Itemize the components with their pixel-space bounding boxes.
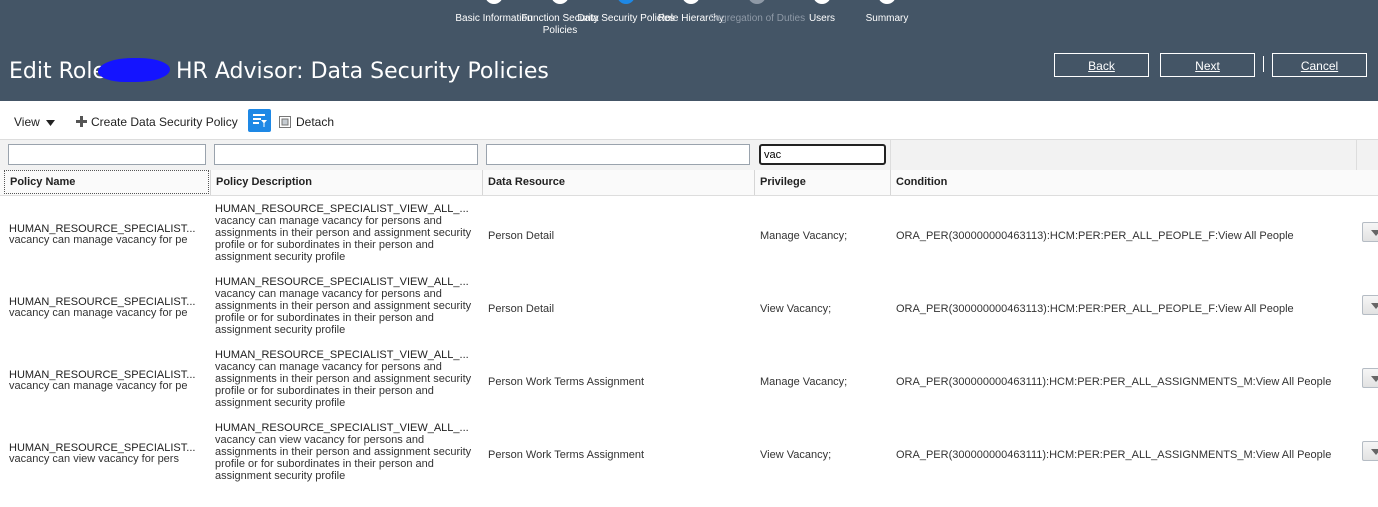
plus-icon [76, 116, 87, 127]
column-header-policy-name[interactable]: Policy Name [10, 176, 75, 188]
table-toolbar: View Create Data Security Policy Detach [0, 108, 1378, 136]
column-divider [210, 170, 211, 195]
policy-description-title: HUMAN_RESOURCE_SPECIALIST_VIEW_ALL_... [215, 203, 469, 215]
cancel-button[interactable]: Cancel [1272, 53, 1367, 77]
query-by-example-icon [253, 114, 267, 127]
policy-description-title: HUMAN_RESOURCE_SPECIALIST_VIEW_ALL_... [215, 276, 469, 288]
caret-down-icon [46, 119, 56, 126]
policy-description-body: vacancy can manage vacancy for persons a… [215, 361, 472, 409]
detach-button[interactable]: Detach [279, 115, 334, 129]
policy-name-subtext: vacancy can manage vacancy for pe [9, 380, 188, 392]
view-menu-label: View [14, 115, 40, 129]
page-title: Edit Role HR Advisor: Data Security Polic… [9, 52, 549, 87]
policy-description: HUMAN_RESOURCE_SPECIALIST_VIEW_ALL_... v… [215, 276, 481, 336]
policy-description-title: HUMAN_RESOURCE_SPECIALIST_VIEW_ALL_... [215, 349, 469, 361]
policy-name-subtext: vacancy can manage vacancy for pe [9, 234, 188, 246]
policy-name-subtext: vacancy can manage vacancy for pe [9, 307, 188, 319]
data-resource-filter-input[interactable] [486, 144, 750, 165]
table-row[interactable]: HUMAN_RESOURCE_SPECIALIST... vacancy can… [0, 342, 1378, 415]
train-stop-disabled-icon [748, 0, 766, 4]
filter-row [0, 139, 1378, 170]
train-stop-icon [485, 0, 503, 4]
train-stop-icon [813, 0, 831, 4]
condition: ORA_PER(300000000463113):HCM:PER:PER_ALL… [896, 303, 1294, 315]
policy-description-body: vacancy can manage vacancy for persons a… [215, 288, 472, 336]
policy-name-subtext: vacancy can view vacancy for pers [9, 453, 179, 465]
train-stop-current-icon [617, 0, 635, 4]
policy-description-filter-input[interactable] [214, 144, 478, 165]
row-actions-dropdown-button[interactable] [1362, 295, 1378, 315]
column-divider [482, 170, 483, 195]
detach-icon [279, 116, 291, 128]
view-menu[interactable]: View [14, 115, 56, 129]
page-title-prefix: Edit Role [9, 59, 107, 84]
query-by-example-button[interactable] [248, 109, 271, 132]
policy-description: HUMAN_RESOURCE_SPECIALIST_VIEW_ALL_... v… [215, 203, 481, 263]
row-actions-dropdown-button[interactable] [1362, 441, 1378, 461]
page-title-suffix: HR Advisor: Data Security Policies [176, 59, 549, 84]
row-actions-dropdown-button[interactable] [1362, 222, 1378, 242]
column-divider [890, 170, 891, 195]
column-header-condition[interactable]: Condition [896, 176, 947, 188]
column-header-privilege[interactable]: Privilege [760, 176, 806, 188]
data-resource: Person Detail [488, 230, 555, 242]
create-data-security-policy-button[interactable]: Create Data Security Policy [76, 115, 238, 129]
data-resource: Person Detail [488, 303, 555, 315]
privilege: View Vacancy; [760, 303, 832, 315]
column-divider [754, 170, 755, 195]
policy-description-title: HUMAN_RESOURCE_SPECIALIST_VIEW_ALL_... [215, 422, 469, 434]
row-actions-dropdown-button[interactable] [1362, 368, 1378, 388]
train-stop-icon [551, 0, 569, 4]
column-divider [890, 140, 891, 170]
condition: ORA_PER(300000000463113):HCM:PER:PER_ALL… [896, 230, 1294, 242]
detach-label: Detach [296, 115, 335, 129]
column-header-policy-description[interactable]: Policy Description [216, 176, 312, 188]
policy-name-filter-input[interactable] [8, 144, 206, 165]
train-stop-icon [682, 0, 700, 4]
condition: ORA_PER(300000000463111):HCM:PER:PER_ALL… [896, 376, 1332, 388]
table-row[interactable]: HUMAN_RESOURCE_SPECIALIST... vacancy can… [0, 269, 1378, 342]
table-row[interactable]: HUMAN_RESOURCE_SPECIALIST... vacancy can… [0, 196, 1378, 269]
table-header-row: Policy Name Policy Description Data Reso… [0, 170, 1378, 196]
table-row[interactable]: HUMAN_RESOURCE_SPECIALIST... vacancy can… [0, 415, 1378, 488]
column-divider [1356, 140, 1357, 170]
button-separator [1263, 56, 1264, 72]
policy-description: HUMAN_RESOURCE_SPECIALIST_VIEW_ALL_... v… [215, 349, 481, 409]
page-header: Basic Information Function Security Poli… [0, 0, 1378, 101]
privilege: View Vacancy; [760, 449, 832, 461]
column-header-data-resource[interactable]: Data Resource [488, 176, 565, 188]
policy-description-body: vacancy can manage vacancy for persons a… [215, 215, 472, 263]
next-button[interactable]: Next [1160, 53, 1255, 77]
redaction-mark [98, 58, 170, 82]
back-button[interactable]: Back [1054, 53, 1149, 77]
condition: ORA_PER(300000000463111):HCM:PER:PER_ALL… [896, 449, 1332, 461]
privilege: Manage Vacancy; [760, 376, 848, 388]
data-resource: Person Work Terms Assignment [488, 376, 645, 388]
train-step-label: Summary [865, 13, 909, 24]
train-stop-icon [878, 0, 896, 4]
policy-description-body: vacancy can view vacancy for persons and… [215, 434, 472, 482]
data-resource: Person Work Terms Assignment [488, 449, 645, 461]
privilege-filter-input[interactable] [759, 144, 886, 165]
privilege: Manage Vacancy; [760, 230, 848, 242]
create-data-security-policy-label: Create Data Security Policy [91, 115, 238, 129]
policy-description: HUMAN_RESOURCE_SPECIALIST_VIEW_ALL_... v… [215, 422, 481, 482]
